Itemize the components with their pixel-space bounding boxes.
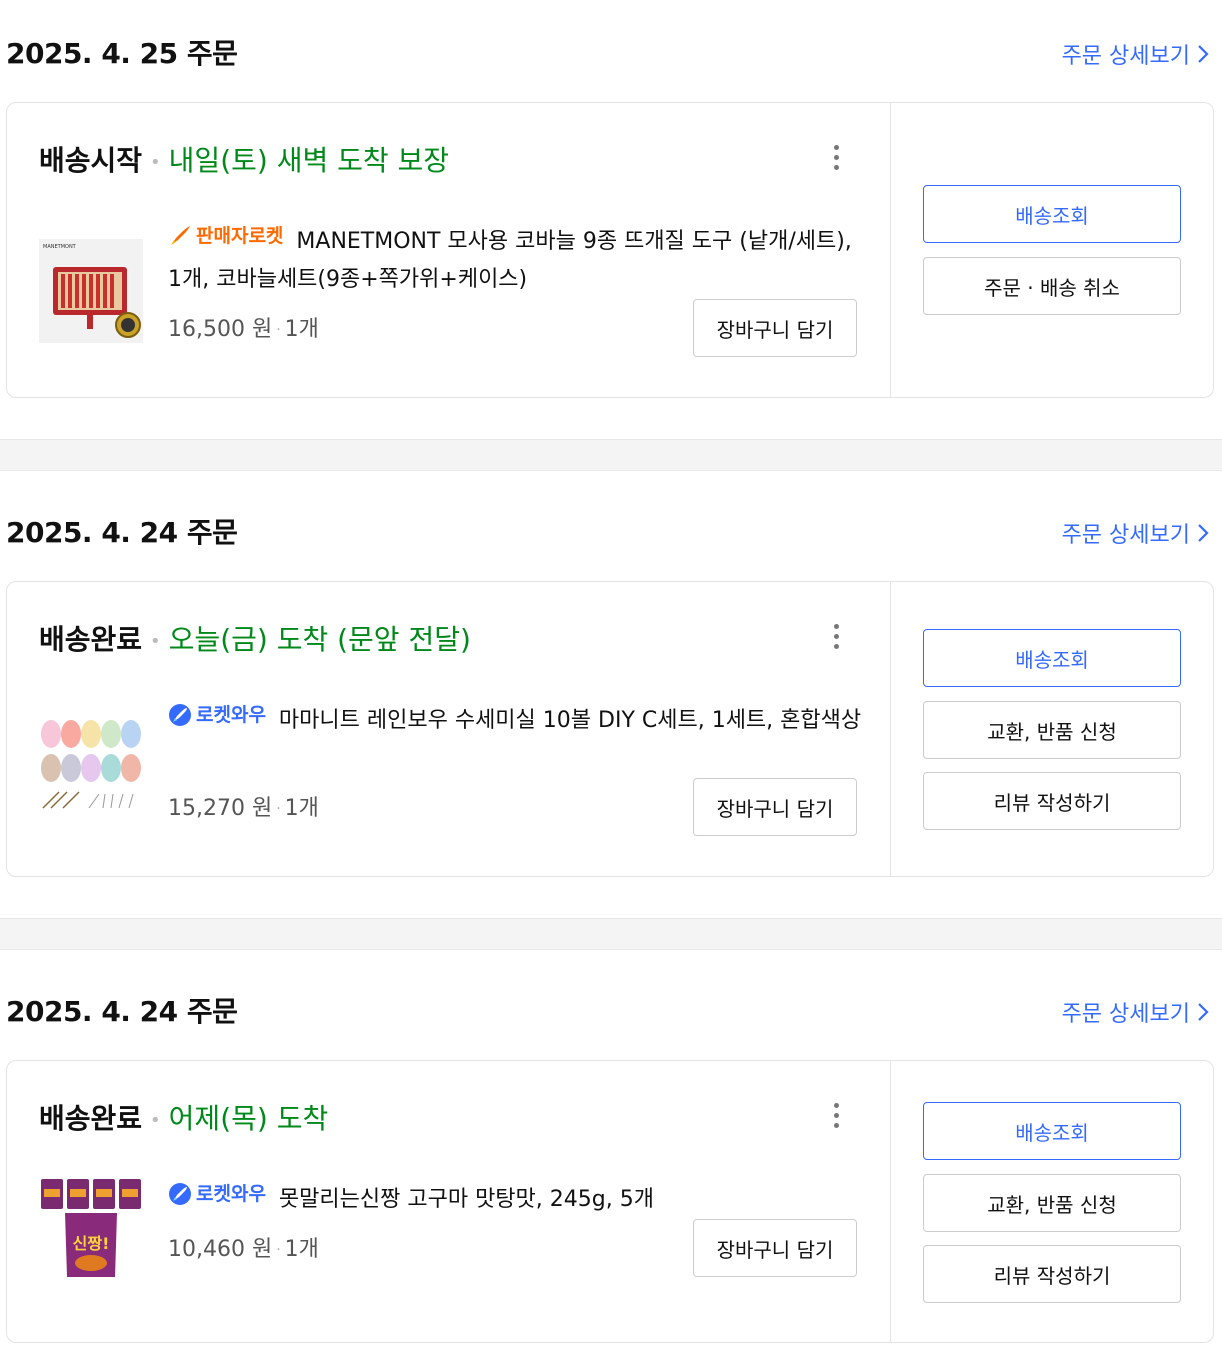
product-thumbnail[interactable]: 신짱!	[39, 1177, 143, 1281]
delivery-status: 배송완료 • 오늘(금) 도착 (문앞 전달)	[39, 618, 471, 658]
order-item-panel: 배송완료 • 어제(목) 도착 신짱! 로켓와우 못말리는신짱 고구마 맛탕맛,…	[7, 1061, 891, 1342]
delivery-eta: 오늘(금) 도착 (문앞 전달)	[168, 623, 471, 656]
add-to-cart-button[interactable]: 장바구니 담기	[693, 299, 857, 357]
chevron-right-icon	[1198, 1003, 1209, 1021]
product-title[interactable]: 로켓와우 마마니트 레인보우 수세미실 10볼 DIY C세트, 1세트, 혼합…	[168, 696, 868, 740]
delivery-eta: 어제(목) 도착	[168, 1102, 329, 1135]
status-label: 배송완료	[39, 623, 143, 656]
exchange-return-button[interactable]: 교환, 반품 신청	[923, 1174, 1181, 1232]
track-delivery-button[interactable]: 배송조회	[923, 185, 1181, 243]
price-separator: ·	[276, 1242, 281, 1258]
badge-label: 판매자로켓	[196, 225, 284, 247]
product-title[interactable]: 로켓와우 못말리는신짱 고구마 맛탕맛, 245g, 5개	[168, 1175, 868, 1219]
section-divider	[0, 918, 1222, 950]
more-options-icon[interactable]	[827, 1103, 845, 1133]
order-detail-link[interactable]: 주문 상세보기	[1062, 517, 1210, 549]
chevron-right-icon	[1198, 524, 1209, 542]
order-card: 배송시작 • 내일(토) 새벽 도착 보장 MANETMONT 판매자로켓 MA…	[6, 102, 1214, 398]
order-section: 2025. 4. 24 주문 주문 상세보기 배송완료 • 오늘(금) 도착 (문앞…	[0, 499, 1222, 919]
more-options-icon[interactable]	[827, 145, 845, 175]
badge-label: 로켓와우	[196, 704, 266, 726]
order-actions-panel: 배송조회 교환, 반품 신청 리뷰 작성하기	[891, 1061, 1215, 1342]
order-date: 2025. 4. 24 주문	[6, 516, 238, 549]
order-detail-link[interactable]: 주문 상세보기	[1062, 38, 1210, 70]
product-price: 16,500 원	[168, 317, 273, 342]
order-date: 2025. 4. 25 주문	[6, 37, 238, 70]
product-info: 판매자로켓 MANETMONT 모사용 코바늘 9종 뜨개질 도구 (낱개/세트…	[168, 217, 868, 299]
order-actions-panel: 배송조회 주문 · 배송 취소	[891, 103, 1215, 397]
track-delivery-button[interactable]: 배송조회	[923, 629, 1181, 687]
product-name: 마마니트 레인보우 수세미실 10볼 DIY C세트, 1세트, 혼합색상	[278, 708, 862, 733]
order-item-panel: 배송시작 • 내일(토) 새벽 도착 보장 MANETMONT 판매자로켓 MA…	[7, 103, 891, 397]
order-section: 2025. 4. 25 주문 주문 상세보기 배송시작 • 내일(토) 새벽 도착 …	[0, 20, 1222, 440]
add-to-cart-button[interactable]: 장바구니 담기	[693, 778, 857, 836]
order-date: 2025. 4. 24 주문	[6, 995, 238, 1028]
order-item-panel: 배송완료 • 오늘(금) 도착 (문앞 전달) 로켓와우 마마니트 레인보우 수…	[7, 582, 891, 876]
order-card: 배송완료 • 오늘(금) 도착 (문앞 전달) 로켓와우 마마니트 레인보우 수…	[6, 581, 1214, 877]
product-qty: 1개	[284, 317, 319, 342]
product-title[interactable]: 판매자로켓 MANETMONT 모사용 코바늘 9종 뜨개질 도구 (낱개/세트…	[168, 217, 868, 299]
product-qty: 1개	[284, 1237, 319, 1262]
rocket-wow-icon	[169, 704, 191, 726]
product-thumbnail[interactable]	[39, 718, 143, 822]
rocket-icon	[171, 226, 190, 245]
status-label: 배송시작	[39, 144, 143, 177]
product-qty: 1개	[284, 796, 319, 821]
order-card: 배송완료 • 어제(목) 도착 신짱! 로켓와우 못말리는신짱 고구마 맛탕맛,…	[6, 1060, 1214, 1343]
exchange-return-button[interactable]: 교환, 반품 신청	[923, 701, 1181, 759]
price-line: 16,500 원 · 1개	[168, 311, 319, 343]
badge-label: 로켓와우	[196, 1183, 266, 1205]
product-price: 10,460 원	[168, 1237, 273, 1262]
status-separator: •	[150, 630, 161, 652]
product-info: 로켓와우 마마니트 레인보우 수세미실 10볼 DIY C세트, 1세트, 혼합…	[168, 696, 868, 740]
more-options-icon[interactable]	[827, 624, 845, 654]
write-review-button[interactable]: 리뷰 작성하기	[923, 772, 1181, 830]
product-info: 로켓와우 못말리는신짱 고구마 맛탕맛, 245g, 5개	[168, 1175, 868, 1219]
product-name: 못말리는신짱 고구마 맛탕맛, 245g, 5개	[278, 1187, 654, 1212]
thumb-product-text: 신짱!	[73, 1234, 110, 1253]
section-divider	[0, 439, 1222, 471]
rocket-wow-badge: 로켓와우	[168, 696, 266, 734]
order-detail-link[interactable]: 주문 상세보기	[1062, 996, 1210, 1028]
price-line: 15,270 원 · 1개	[168, 790, 319, 822]
order-detail-label: 주문 상세보기	[1061, 523, 1190, 548]
track-delivery-button[interactable]: 배송조회	[923, 1102, 1181, 1160]
status-separator: •	[150, 1109, 161, 1131]
order-header: 2025. 4. 24 주문 주문 상세보기	[0, 499, 1222, 559]
order-header: 2025. 4. 25 주문 주문 상세보기	[0, 20, 1222, 80]
add-to-cart-button[interactable]: 장바구니 담기	[693, 1219, 857, 1277]
chevron-right-icon	[1198, 45, 1209, 63]
order-actions-panel: 배송조회 교환, 반품 신청 리뷰 작성하기	[891, 582, 1215, 876]
price-separator: ·	[276, 322, 281, 338]
thumb-brand-text: MANETMONT	[43, 244, 77, 250]
product-price: 15,270 원	[168, 796, 273, 821]
price-separator: ·	[276, 801, 281, 817]
order-header: 2025. 4. 24 주문 주문 상세보기	[0, 978, 1222, 1038]
delivery-status: 배송완료 • 어제(목) 도착	[39, 1097, 328, 1137]
status-label: 배송완료	[39, 1102, 143, 1135]
status-separator: •	[150, 151, 161, 173]
rocket-wow-icon	[169, 1183, 191, 1205]
delivery-eta: 내일(토) 새벽 도착 보장	[168, 144, 450, 177]
product-thumbnail[interactable]: MANETMONT	[39, 239, 143, 343]
write-review-button[interactable]: 리뷰 작성하기	[923, 1245, 1181, 1303]
order-detail-label: 주문 상세보기	[1061, 1002, 1190, 1027]
price-line: 10,460 원 · 1개	[168, 1231, 319, 1263]
rocket-wow-badge: 로켓와우	[168, 1175, 266, 1213]
delivery-status: 배송시작 • 내일(토) 새벽 도착 보장	[39, 139, 449, 179]
seller-rocket-badge: 판매자로켓	[168, 217, 283, 255]
order-detail-label: 주문 상세보기	[1061, 44, 1190, 69]
cancel-order-button[interactable]: 주문 · 배송 취소	[923, 257, 1181, 315]
order-section: 2025. 4. 24 주문 주문 상세보기 배송완료 • 어제(목) 도착 신…	[0, 978, 1222, 1363]
